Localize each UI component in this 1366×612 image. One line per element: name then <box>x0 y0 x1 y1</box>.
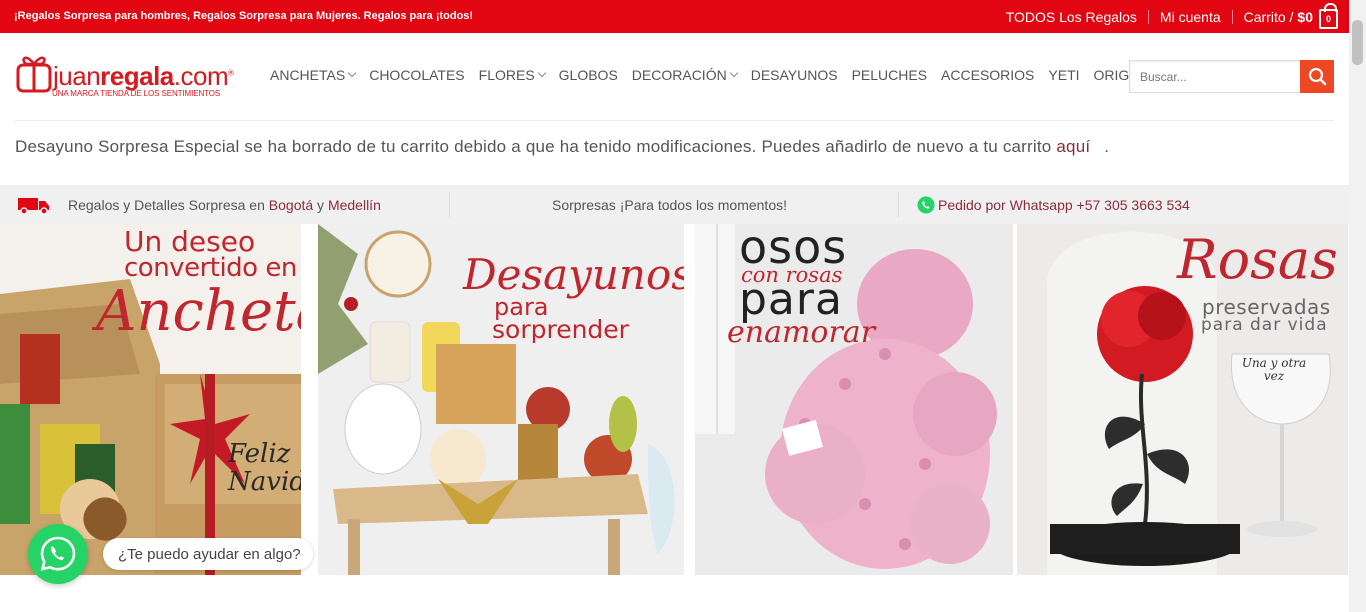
nav-item-accesorios[interactable]: ACCESORIOS <box>941 67 1034 83</box>
cart-notice: Desayuno Sorpresa Especial se ha borrado… <box>15 137 1109 157</box>
trademark: ® <box>228 68 234 78</box>
city-medellin[interactable]: Medellín <box>328 197 381 213</box>
delivery-text: Regalos y Detalles Sorpresa en <box>68 196 265 213</box>
chat-tooltip[interactable]: ¿Te puedo ayudar en algo? <box>103 538 313 570</box>
account-link[interactable]: Mi cuenta <box>1160 9 1221 25</box>
header: juanregala.com® UNA MARCA TIENDA DE LOS … <box>0 33 1349 120</box>
whatsapp-info[interactable]: Pedido por Whatsapp +57 305 3663 534 <box>917 185 1190 224</box>
desayunos-line1: Desayunos <box>463 250 684 299</box>
chevron-down-icon <box>347 68 357 78</box>
desayunos-line3: sorprender <box>492 315 629 344</box>
nav-item-label: CHOCOLATES <box>369 67 465 83</box>
search-form <box>1129 60 1334 93</box>
whatsapp-icon <box>40 536 76 571</box>
shopping-bag-icon: 0 <box>1319 2 1338 29</box>
nav-item-label: GLOBOS <box>558 67 618 83</box>
ancheta-card-text: Feliz Navidad <box>228 439 301 497</box>
chevron-down-icon <box>537 68 546 78</box>
delivery-info: Regalos y Detalles Sorpresa en Bogotá y … <box>17 185 381 224</box>
cart-total: $0 <box>1297 8 1313 25</box>
conjunction: y <box>317 196 325 213</box>
nav-item-flores[interactable]: FLORES <box>478 67 546 83</box>
city-bogota[interactable]: Bogotá <box>269 197 313 213</box>
gift-box-icon <box>16 56 52 93</box>
logo[interactable]: juanregala.com® UNA MARCA TIENDA DE LOS … <box>16 47 241 103</box>
nav-item-label: ACCESORIOS <box>941 67 1035 83</box>
rosas-line3: para dar vida <box>1201 315 1328 335</box>
search-icon <box>1308 67 1327 86</box>
banner-osos[interactable]: osos con rosas para enamorar <box>695 224 1013 575</box>
moments-text: Sorpresas ¡Para todos los momentos! <box>552 196 787 213</box>
header-divider <box>15 120 1334 121</box>
cart-link[interactable]: Carrito / $0 0 <box>1243 2 1338 29</box>
whatsapp-chat-button[interactable] <box>28 524 88 584</box>
ancheta-line1: Un deseo <box>124 225 256 258</box>
nav-item-globos[interactable]: GLOBOS <box>559 67 618 83</box>
scrollbar-thumb[interactable] <box>1352 20 1363 65</box>
top-bar-links: TODOS Los Regalos Mi cuenta Carrito / $0… <box>1006 0 1338 33</box>
nav-item-decoracion[interactable]: DECORACIÓN <box>631 67 738 83</box>
search-button[interactable] <box>1300 60 1334 93</box>
content-below <box>0 575 1349 612</box>
brand-light: juan <box>53 61 101 91</box>
delivery-truck-icon <box>18 197 49 215</box>
promo-text: ¡Regalos Sorpresa para hombres, Regalos … <box>14 10 474 22</box>
all-gifts-link[interactable]: TODOS Los Regalos <box>1006 9 1137 25</box>
banner-desayunos[interactable]: Desayunos para sorprender <box>318 224 684 575</box>
osos-line1: osos <box>739 224 848 274</box>
info-bar: Regalos y Detalles Sorpresa en Bogotá y … <box>0 185 1349 224</box>
nav-item-label: FLORES <box>478 67 535 83</box>
cart-label: Carrito / <box>1243 8 1294 25</box>
banner-ancheta[interactable]: Un deseo convertido en Ancheta Feliz Nav… <box>0 224 301 575</box>
brand-suffix: .com <box>173 61 229 91</box>
main-nav: ANCHETAS CHOCOLATES FLORES GLOBOS DECORACIÓN… <box>270 67 1184 83</box>
nav-item-label: DECORACIÓN <box>631 67 727 83</box>
rosas-line1: Rosas <box>1177 228 1338 291</box>
nav-item-label: ANCHETAS <box>270 67 346 83</box>
page-scrollbar[interactable] <box>1349 0 1366 612</box>
brand-bold: regala <box>100 61 174 91</box>
brand-name: juanregala.com® <box>53 61 234 92</box>
moments-info: Sorpresas ¡Para todos los momentos! <box>552 185 787 224</box>
top-bar: ¡Regalos Sorpresa para hombres, Regalos … <box>0 0 1366 33</box>
notice-text: Desayuno Sorpresa Especial se ha borrado… <box>15 137 1052 156</box>
search-input[interactable] <box>1129 60 1301 93</box>
page: ¡Regalos Sorpresa para hombres, Regalos … <box>0 0 1366 612</box>
chevron-down-icon <box>729 68 738 78</box>
notice-end: . <box>1104 137 1110 156</box>
banner-rosas[interactable]: Rosas preservadas para dar vida Una y ot… <box>1017 224 1348 575</box>
nav-item-label: YETI <box>1048 67 1080 83</box>
cart-count: 0 <box>1325 13 1331 24</box>
divider <box>1147 9 1149 24</box>
whatsapp-order-link: Pedido por Whatsapp +57 305 3663 534 <box>938 196 1190 213</box>
osos-line4: enamorar <box>727 315 876 350</box>
nav-item-yeti[interactable]: YETI <box>1048 67 1079 83</box>
divider <box>898 192 899 217</box>
ancheta-line3: Ancheta <box>96 279 301 344</box>
whatsapp-icon <box>917 196 935 213</box>
nav-item-peluches[interactable]: PELUCHES <box>852 67 927 83</box>
nav-item-chocolates[interactable]: CHOCOLATES <box>369 67 464 83</box>
notice-link[interactable]: aquí <box>1056 137 1090 156</box>
glass-text: Una y otra vez <box>1241 356 1307 383</box>
divider <box>1231 9 1233 24</box>
nav-item-anchetas[interactable]: ANCHETAS <box>270 67 357 83</box>
nav-item-desayunos[interactable]: DESAYUNOS <box>751 67 838 83</box>
divider <box>449 192 450 217</box>
nav-item-label: PELUCHES <box>851 67 928 83</box>
nav-item-label: DESAYUNOS <box>750 67 838 83</box>
logo-tagline: UNA MARCA TIENDA DE LOS SENTIMIENTOS <box>52 89 221 98</box>
